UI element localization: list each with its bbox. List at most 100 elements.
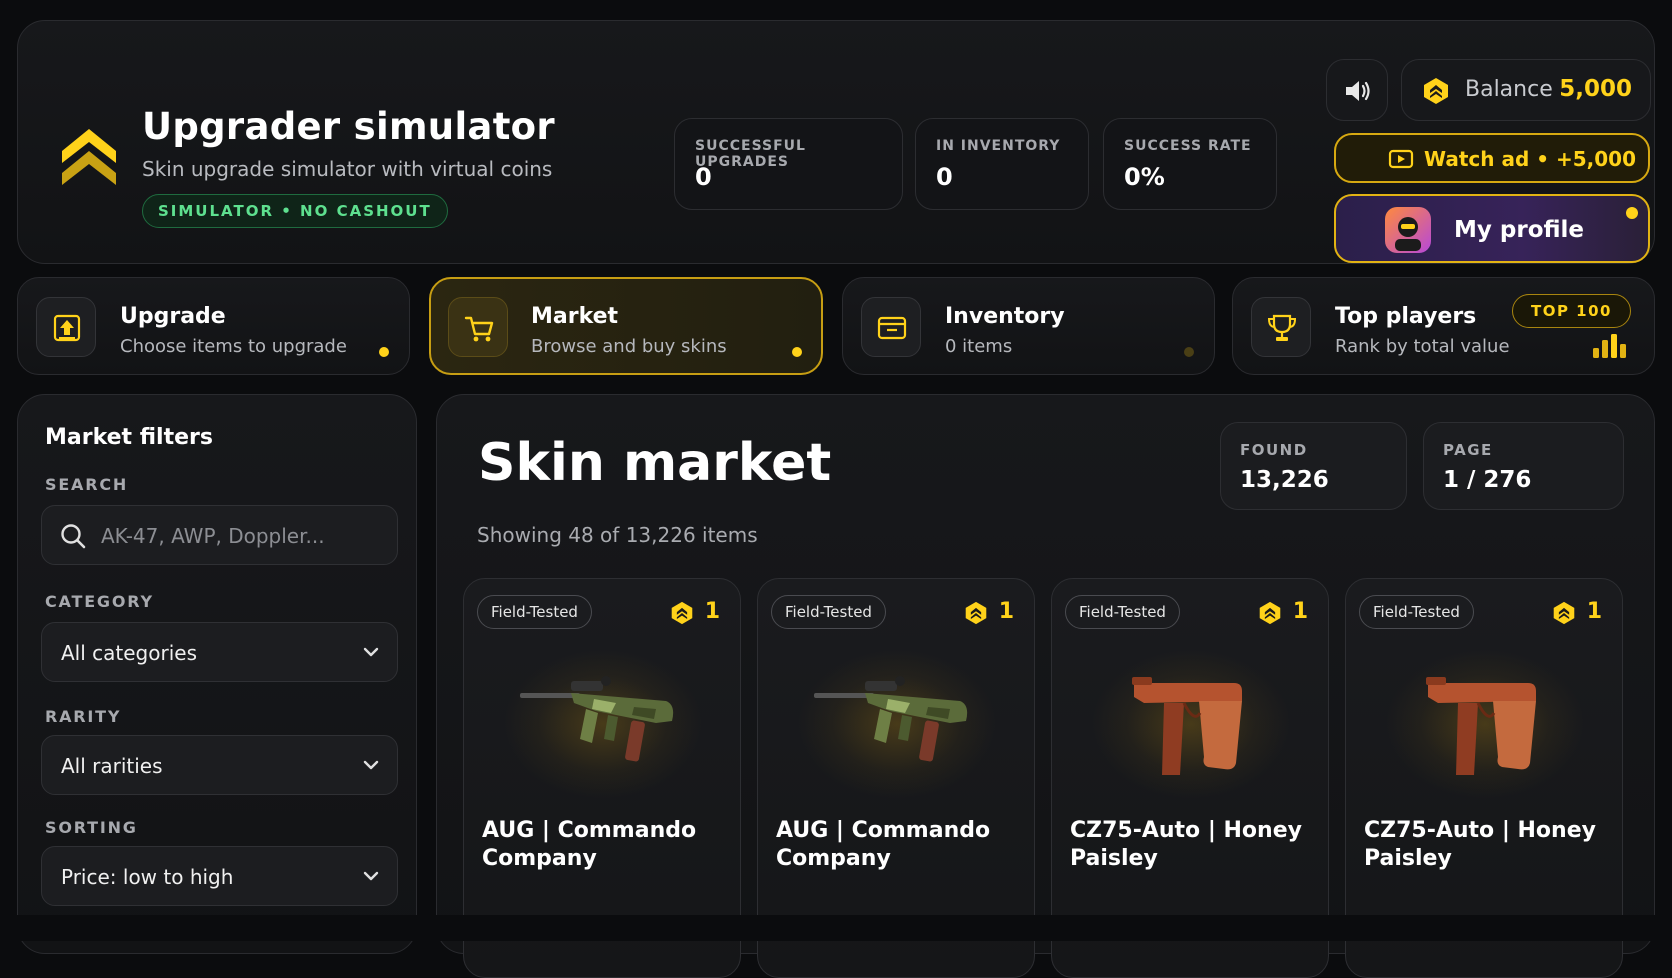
notification-dot: [1626, 207, 1638, 219]
status-dot: [792, 347, 802, 357]
rarity-value: All rarities: [61, 754, 163, 778]
found-stat: FOUND 13,226: [1220, 422, 1407, 510]
sorting-select[interactable]: Price: low to high: [41, 846, 398, 906]
stat-in-inventory: IN INVENTORY 0: [915, 118, 1089, 210]
stat-value: 0: [936, 163, 953, 191]
inventory-icon: [861, 297, 921, 357]
condition-badge: Field-Tested: [1065, 595, 1180, 629]
item-price: 1: [671, 599, 720, 625]
sorting-value: Price: low to high: [61, 865, 234, 889]
nav-subtitle: Choose items to upgrade: [120, 336, 347, 357]
skin-market-panel: Skin market Showing 48 of 13,226 items F…: [436, 394, 1655, 978]
stat-label: IN INVENTORY: [936, 138, 1061, 154]
status-dot: [1184, 347, 1194, 357]
bar-chart-icon: [1593, 334, 1626, 358]
top-100-badge: TOP 100: [1511, 294, 1631, 328]
status-dot: [379, 347, 389, 357]
condition-badge: Field-Tested: [771, 595, 886, 629]
item-price: 1: [1553, 599, 1602, 625]
balance-label: Balance: [1465, 77, 1553, 102]
video-icon: [1388, 149, 1414, 169]
price-value: 1: [1586, 599, 1602, 624]
chevron-down-icon: [363, 647, 379, 657]
speaker-icon: [1346, 81, 1370, 101]
watch-ad-label: Watch ad • +5,000: [1424, 147, 1637, 171]
item-name: CZ75-Auto | Honey Paisley: [1070, 818, 1302, 871]
balance-value: 5,000: [1559, 76, 1632, 102]
item-price: 1: [1259, 599, 1308, 625]
stat-label: SUCCESS RATE: [1124, 138, 1252, 154]
cart-icon: [448, 297, 508, 357]
item-name: AUG | Commando Company: [482, 818, 697, 871]
chevron-logo-icon: [62, 129, 116, 185]
page-value: 1 / 276: [1443, 467, 1532, 493]
nav-inventory[interactable]: Inventory 0 items: [842, 277, 1215, 375]
nav-title: Inventory: [945, 304, 1065, 329]
rarity-select[interactable]: All rarities: [41, 735, 398, 795]
found-value: 13,226: [1240, 467, 1329, 493]
sorting-label: SORTING: [45, 818, 138, 837]
nav-top-players[interactable]: Top players Rank by total value TOP 100: [1232, 277, 1655, 375]
category-select[interactable]: All categories: [41, 622, 398, 682]
filters-title: Market filters: [45, 425, 213, 450]
bottom-edge: [0, 915, 1672, 941]
page-stat: PAGE 1 / 276: [1423, 422, 1624, 510]
stat-value: 0%: [1124, 163, 1165, 191]
avatar-face-icon: [1395, 217, 1421, 251]
condition-badge: Field-Tested: [477, 595, 592, 629]
app-subtitle: Skin upgrade simulator with virtual coin…: [142, 157, 553, 181]
nav-title: Upgrade: [120, 304, 226, 329]
item-price: 1: [965, 599, 1014, 625]
category-value: All categories: [61, 641, 197, 665]
condition-badge: Field-Tested: [1359, 595, 1474, 629]
sound-toggle-button[interactable]: [1326, 59, 1388, 121]
nav-market[interactable]: Market Browse and buy skins: [429, 277, 823, 375]
coin-icon: [1259, 601, 1280, 625]
balance-display: Balance 5,000: [1401, 59, 1651, 121]
app-title: Upgrader simulator: [142, 105, 555, 148]
item-name: AUG | Commando Company: [776, 818, 991, 871]
nav-subtitle: Browse and buy skins: [531, 336, 727, 357]
upgrade-icon: [36, 297, 96, 357]
coin-icon: [965, 601, 986, 625]
chevron-down-icon: [363, 760, 379, 770]
aug-rifle-icon: [814, 676, 968, 762]
nav-subtitle: 0 items: [945, 336, 1013, 357]
page-label: PAGE: [1443, 441, 1493, 459]
nav-upgrade[interactable]: Upgrade Choose items to upgrade: [17, 277, 410, 375]
watch-ad-button[interactable]: Watch ad • +5,000: [1334, 133, 1650, 183]
coin-icon: [1424, 78, 1448, 104]
price-value: 1: [704, 599, 720, 624]
nav-title: Top players: [1335, 304, 1477, 329]
avatar: [1385, 207, 1431, 253]
simulator-badge: SIMULATOR • NO CASHOUT: [142, 194, 448, 228]
market-title: Skin market: [478, 433, 832, 493]
trophy-icon: [1251, 297, 1311, 357]
nav-subtitle: Rank by total value: [1335, 336, 1510, 357]
search-label: SEARCH: [45, 475, 129, 494]
category-label: CATEGORY: [45, 592, 154, 611]
search-icon: [61, 524, 86, 549]
stat-value: 0: [695, 163, 712, 191]
stat-label: SUCCESSFUL UPGRADES: [695, 138, 806, 170]
cz75-pistol-icon: [1426, 677, 1536, 775]
search-placeholder: AK-47, AWP, Doppler...: [101, 524, 325, 548]
price-value: 1: [998, 599, 1014, 624]
coin-icon: [671, 601, 692, 625]
rarity-label: RARITY: [45, 707, 122, 726]
cz75-pistol-icon: [1132, 677, 1242, 775]
search-input[interactable]: AK-47, AWP, Doppler...: [41, 505, 398, 565]
stat-successful-upgrades: SUCCESSFUL UPGRADES 0: [674, 118, 903, 210]
my-profile-button[interactable]: My profile: [1334, 194, 1650, 263]
chevron-down-icon: [363, 871, 379, 881]
market-filters-panel: Market filters SEARCH AK-47, AWP, Dopple…: [17, 394, 417, 954]
aug-rifle-icon: [520, 676, 674, 762]
price-value: 1: [1292, 599, 1308, 624]
item-name: CZ75-Auto | Honey Paisley: [1364, 818, 1596, 871]
market-showing-count: Showing 48 of 13,226 items: [477, 523, 758, 547]
header-panel: Upgrader simulator Skin upgrade simulato…: [17, 20, 1655, 264]
stat-success-rate: SUCCESS RATE 0%: [1103, 118, 1277, 210]
nav-title: Market: [531, 304, 619, 329]
found-label: FOUND: [1240, 441, 1308, 459]
profile-label: My profile: [1454, 217, 1585, 243]
